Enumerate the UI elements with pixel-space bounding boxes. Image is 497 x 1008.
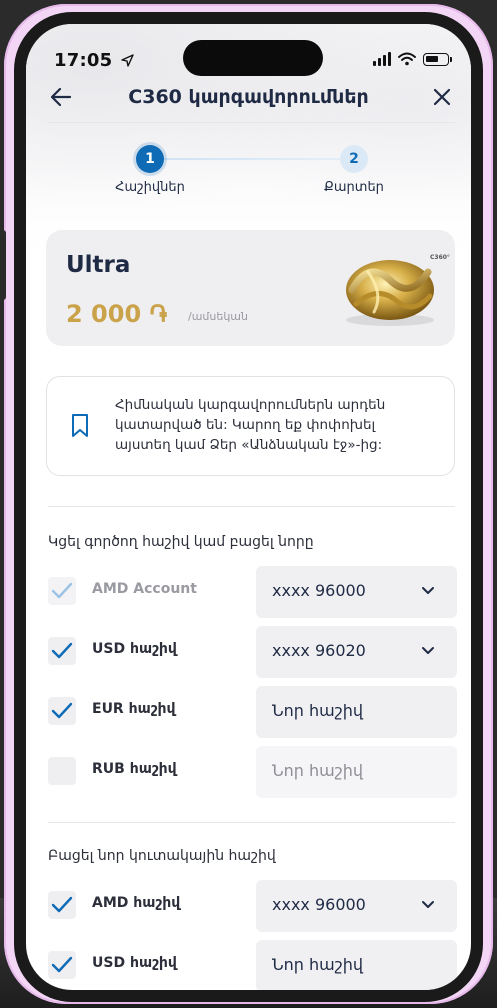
chevron-down-icon	[422, 901, 434, 908]
account-label: RUB հաշիվ	[92, 761, 177, 777]
account-label: USD հաշիվ	[92, 641, 177, 657]
checkbox-usd-account[interactable]	[48, 637, 76, 665]
savings-row-usd: USD հաշիվ Նոր հաշիվ	[46, 940, 457, 990]
savings-row-amd: AMD հաշիվ xxxx 96000	[46, 880, 457, 932]
checkmark-icon	[51, 956, 73, 973]
checkmark-icon	[51, 642, 73, 659]
plan-name: Ultra	[66, 252, 131, 278]
account-select-amd[interactable]: xxxx 96000	[256, 566, 457, 618]
plan-price: 2 000 ֏	[66, 300, 168, 328]
checkmark-icon	[51, 896, 73, 913]
section-link-accounts-title: Կցել գործող հաշիվ կամ բացել նորը	[48, 534, 314, 550]
account-row-amd: AMD Account xxxx 96000	[46, 566, 457, 618]
step-2-label: Քարտեր	[324, 180, 384, 195]
account-row-rub: RUB հաշիվ Նոր հաշիվ	[46, 746, 457, 798]
checkbox-eur-account[interactable]	[48, 697, 76, 725]
divider	[48, 506, 455, 507]
checkbox-amd-savings[interactable]	[48, 891, 76, 919]
account-label: AMD հաշիվ	[92, 895, 181, 911]
bookmark-icon	[72, 414, 88, 437]
step-1-label: Հաշիվներ	[115, 180, 185, 195]
divider	[48, 822, 455, 823]
stepper: 1 2 Հաշիվներ Քարտեր	[26, 142, 471, 202]
account-value: xxxx 96020	[272, 641, 366, 660]
savings-select-amd[interactable]: xxxx 96000	[256, 880, 457, 932]
battery-icon	[423, 52, 452, 66]
info-notice: Հիմնական կարգավորումներն արդեն կատարված …	[46, 376, 455, 476]
chevron-down-icon	[422, 647, 434, 654]
step-connector	[150, 158, 353, 160]
close-icon[interactable]	[429, 84, 455, 110]
wifi-icon	[398, 52, 416, 66]
gold-sculpture-image	[346, 260, 434, 326]
c360-logo: C360°	[430, 254, 450, 261]
volume-button	[0, 230, 6, 300]
step-1-indicator[interactable]: 1	[136, 145, 164, 173]
plan-card: Ultra 2 000 ֏ /ամսեկան C360°	[46, 230, 455, 346]
step-2-indicator[interactable]: 2	[340, 145, 368, 173]
account-label: USD հաշիվ	[92, 955, 177, 971]
checkmark-icon	[51, 702, 73, 719]
account-row-eur: EUR հաշիվ Նոր հաշիվ	[46, 686, 457, 738]
checkbox-usd-savings[interactable]	[48, 951, 76, 979]
nav-bar: C360 կարգավորումներ	[26, 80, 471, 120]
dynamic-island	[183, 40, 323, 76]
divider	[48, 122, 455, 123]
account-field-rub[interactable]: Նոր հաշիվ	[256, 746, 457, 798]
notice-text: Հիմնական կարգավորումներն արդեն կատարված …	[115, 397, 386, 453]
cellular-signal-icon	[373, 52, 391, 66]
status-indicators	[373, 52, 452, 66]
checkbox-rub-account[interactable]	[48, 757, 76, 785]
account-value: Նոր հաշիվ	[272, 955, 364, 974]
account-value: Նոր հաշիվ	[272, 701, 364, 720]
checkbox-amd-account[interactable]	[48, 577, 76, 605]
plan-price-unit: /ամսեկան	[188, 310, 248, 323]
location-arrow-icon	[121, 54, 134, 67]
account-label: AMD Account	[92, 581, 197, 597]
checkmark-icon	[51, 582, 73, 599]
account-select-usd[interactable]: xxxx 96020	[256, 626, 457, 678]
account-value: xxxx 96000	[272, 895, 366, 914]
account-label: EUR հաշիվ	[92, 701, 176, 717]
status-time: 17:05	[54, 50, 134, 71]
page-title: C360 կարգավորումներ	[128, 86, 369, 108]
savings-field-usd[interactable]: Նոր հաշիվ	[256, 940, 457, 990]
account-row-usd: USD հաշիվ xxxx 96020	[46, 626, 457, 678]
account-value: Նոր հաշիվ	[272, 761, 364, 780]
app-screen: 17:05 C360 կարգավորումներ 1 2 Հաշիվներ Ք…	[26, 24, 471, 990]
account-value: xxxx 96000	[272, 581, 366, 600]
chevron-down-icon	[422, 587, 434, 594]
account-field-eur[interactable]: Նոր հաշիվ	[256, 686, 457, 738]
section-savings-title: Բացել նոր կուտակային հաշիվ	[48, 848, 276, 864]
